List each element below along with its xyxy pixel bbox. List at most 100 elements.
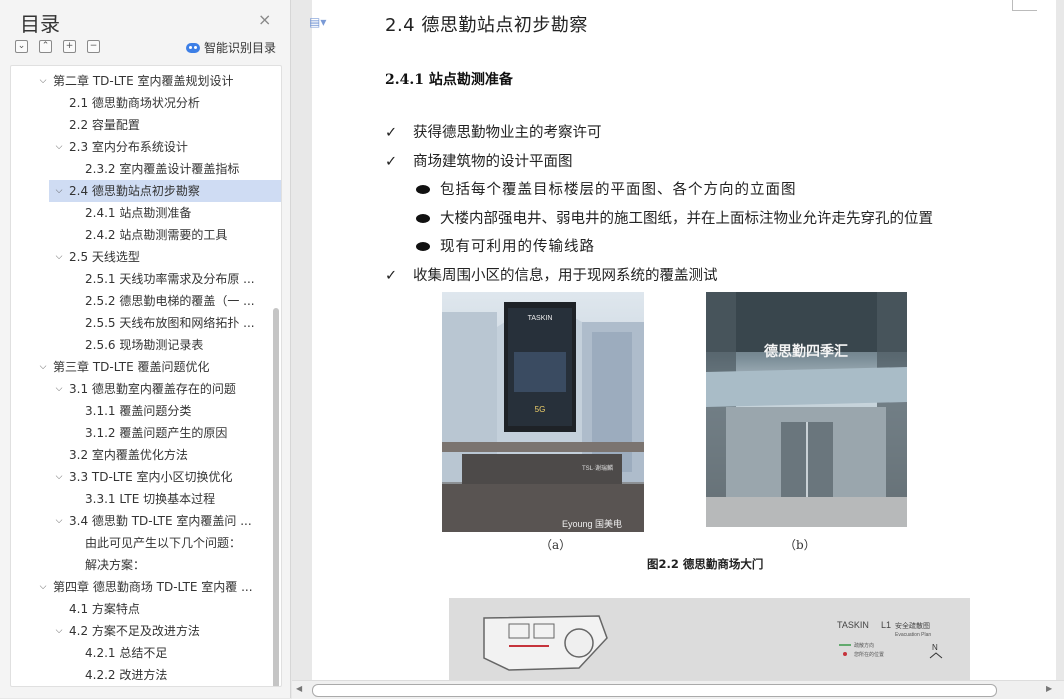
toc-list: 第二章 TD-LTE 室内覆盖规划设计 ⌵ 2.1 德思勤商场状况分析 2.2 容量配… (10, 65, 282, 687)
mall-entrance-photo: 德思勤四季汇 (706, 292, 907, 527)
toc-entry[interactable]: 2.5.6 现场勘测记录表 (85, 334, 261, 356)
toc-entry[interactable]: 第四章 德思勤商场 TD-LTE 室内覆 ... (53, 576, 261, 598)
bullet-icon (416, 213, 430, 223)
chevron-down-icon[interactable]: ⌵ (37, 576, 49, 598)
horizontal-scrollbar[interactable]: ◀ ▶ (292, 680, 1064, 699)
add-entry-icon[interactable]: + (63, 40, 76, 53)
toc-entry-label: 解决方案： (85, 558, 146, 572)
chevron-down-icon[interactable]: ⌵ (53, 136, 65, 158)
toc-entry[interactable]: 2.5 天线选型 (69, 246, 261, 268)
toc-entry-label: 3.2 室内覆盖优化方法 (69, 448, 188, 462)
plan-title: 安全疏散图 (895, 621, 930, 630)
store-sign: TSL·谢瑞麟 (582, 464, 613, 472)
toc-entry-label: 2.4.1 站点勘测准备 (85, 206, 192, 220)
toc-entry[interactable]: 2.5.1 天线功率需求及分布原 ... (85, 268, 261, 290)
toc-entry[interactable]: 2.4 德思勤站点初步勘察 (49, 180, 281, 202)
plan-legend-position: 您所在的位置 (854, 651, 884, 658)
check-icon: ✓ (385, 125, 398, 141)
expand-all-icon[interactable]: ⌃ (39, 40, 52, 53)
toc-entry[interactable]: 2.3.2 室内覆盖设计覆盖指标 (85, 158, 261, 180)
toc-entry[interactable]: 3.1 德思勤室内覆盖存在的问题 (69, 378, 261, 400)
check-icon: ✓ (385, 268, 398, 284)
scroll-right-icon[interactable]: ▶ (1046, 684, 1052, 693)
entrance-sign: 德思勤四季汇 (764, 343, 848, 360)
toc-entry[interactable]: 由此可见产生以下几个问题： (85, 532, 261, 554)
toc-entry-label: 3.1.1 覆盖问题分类 (85, 404, 192, 418)
chevron-down-icon[interactable]: ⌵ (53, 510, 65, 532)
toc-entry[interactable]: 3.4 德思勤 TD-LTE 室内覆盖问 ... (69, 510, 261, 532)
chevron-down-icon[interactable]: ⌵ (37, 356, 49, 378)
caption-b: （b） (784, 538, 816, 552)
smart-recognition-icon (186, 42, 200, 53)
plan-floor: L1 (881, 620, 891, 630)
plan-brand: TASKIN (837, 620, 869, 630)
toc-entry-label: 2.3.2 室内覆盖设计覆盖指标 (85, 162, 240, 176)
document-area: ▤▾ 2.4 德思勤站点初步勘察 2.4.1 站点勘测准备 ✓ 获得德思勤物业主的… (292, 0, 1064, 680)
toc-entry-label: 2.5.5 天线布放图和网络拓扑 ... (85, 316, 255, 330)
toc-entry[interactable]: 2.5.5 天线布放图和网络拓扑 ... (85, 312, 261, 334)
ground-sign: Eyoung 国美电 (562, 518, 622, 529)
check-item: ✓ 商场建筑物的设计平面图 (385, 154, 573, 170)
plan-legend-direction: 疏散方向 (854, 642, 874, 649)
toc-entry[interactable]: 2.2 容量配置 (69, 114, 261, 136)
chevron-down-icon[interactable]: ⌵ (53, 180, 65, 202)
toc-title: 目录 (20, 12, 60, 36)
chevron-down-icon[interactable]: ⌵ (37, 70, 49, 92)
toc-entry[interactable]: 2.4.1 站点勘测准备 (85, 202, 261, 224)
chevron-down-icon[interactable]: ⌵ (53, 466, 65, 488)
toc-entry[interactable]: 3.3 TD-LTE 室内小区切换优化 (69, 466, 261, 488)
toc-entry[interactable]: 第二章 TD-LTE 室内覆盖规划设计 (53, 70, 261, 92)
toc-entry[interactable]: 4.1 方案特点 (69, 598, 261, 620)
toc-entry-label: 2.3 室内分布系统设计 (69, 140, 188, 154)
toc-entry[interactable]: 3.3.1 LTE 切换基本过程 (85, 488, 261, 510)
bullet-item: 大楼内部强电井、弱电井的施工图纸，并在上面标注物业允许走先穿孔的位置 (416, 207, 933, 228)
floor-plan-image: TASKIN L1 安全疏散图 Evacuation Plan 疏散方向 您所在… (449, 598, 970, 680)
toc-entry-label: 2.5.6 现场勘测记录表 (85, 338, 204, 352)
toc-entry-label: 3.1.2 覆盖问题产生的原因 (85, 426, 228, 440)
toc-entry[interactable]: 4.2 方案不足及改进方法 (69, 620, 261, 642)
close-icon[interactable]: × (258, 10, 271, 29)
toc-entry-label: 2.4 德思勤站点初步勘察 (69, 184, 200, 198)
toc-entry[interactable]: 解决方案： (85, 554, 261, 576)
toc-entry[interactable]: 4.2.1 总结不足 (85, 642, 261, 664)
toc-scrollbar[interactable] (273, 308, 279, 686)
toc-entry[interactable]: 第三章 TD-LTE 覆盖问题优化 (53, 356, 261, 378)
toc-entry-label: 4.2 方案不足及改进方法 (69, 624, 200, 638)
toc-entry-label: 2.1 德思勤商场状况分析 (69, 96, 200, 110)
toc-entry[interactable]: 3.2 室内覆盖优化方法 (69, 444, 261, 466)
check-icon: ✓ (385, 154, 398, 170)
smart-toc-label: 智能识别目录 (204, 41, 277, 55)
toc-entry-label: 3.4 德思勤 TD-LTE 室内覆盖问 ... (69, 514, 252, 528)
toc-entry[interactable]: 4.2.2 改进方法 (85, 664, 261, 686)
bullet-icon (416, 241, 430, 251)
toc-entry-label: 3.3 TD-LTE 室内小区切换优化 (69, 470, 233, 484)
toc-entry-label: 第四章 德思勤商场 TD-LTE 室内覆 ... (53, 580, 253, 594)
page-layout-icon[interactable]: ▤▾ (309, 15, 326, 29)
toc-entry-label: 2.2 容量配置 (69, 118, 140, 132)
check-item: ✓ 收集周围小区的信息，用于现网系统的覆盖测试 (385, 268, 718, 284)
collapse-all-icon[interactable]: ⌄ (15, 40, 28, 53)
billboard-brand: TASKIN (528, 315, 553, 322)
toc-entry-label: 第二章 TD-LTE 室内覆盖规划设计 (53, 74, 234, 88)
toc-entry[interactable]: 2.4.2 站点勘测需要的工具 (85, 224, 261, 246)
chevron-down-icon[interactable]: ⌵ (53, 620, 65, 642)
remove-entry-icon[interactable]: − (87, 40, 100, 53)
check-item: ✓ 获得德思勤物业主的考察许可 (385, 125, 602, 141)
toc-entry[interactable]: 2.5.2 德思勤电梯的覆盖（一 ... (85, 290, 261, 312)
toc-entry[interactable]: 3.1.1 覆盖问题分类 (85, 400, 261, 422)
chevron-down-icon[interactable]: ⌵ (53, 246, 65, 268)
smart-toc-button[interactable]: 智能识别目录 (186, 39, 276, 56)
chevron-down-icon[interactable]: ⌵ (53, 378, 65, 400)
page-corner-mark (1012, 0, 1037, 11)
figure-caption: 图2.2 德思勤商场大门 (647, 557, 764, 571)
toc-entry[interactable]: 3.1.2 覆盖问题产生的原因 (85, 422, 261, 444)
scrollbar-thumb[interactable] (312, 684, 997, 697)
toc-entry-label: 第三章 TD-LTE 覆盖问题优化 (53, 360, 210, 374)
bullet-icon (416, 184, 430, 194)
toc-sidebar: 目录 × ⌄ ⌃ + − 智能识别目录 第二章 TD-LTE 室内覆盖规划设计 ⌵… (0, 0, 291, 698)
toc-entry[interactable]: 2.3 室内分布系统设计 (69, 136, 261, 158)
north-indicator: N (932, 643, 938, 652)
bullet-item: 包括每个覆盖目标楼层的平面图、各个方向的立面图 (416, 178, 797, 199)
toc-entry[interactable]: 2.1 德思勤商场状况分析 (69, 92, 261, 114)
scroll-left-icon[interactable]: ◀ (296, 684, 302, 693)
